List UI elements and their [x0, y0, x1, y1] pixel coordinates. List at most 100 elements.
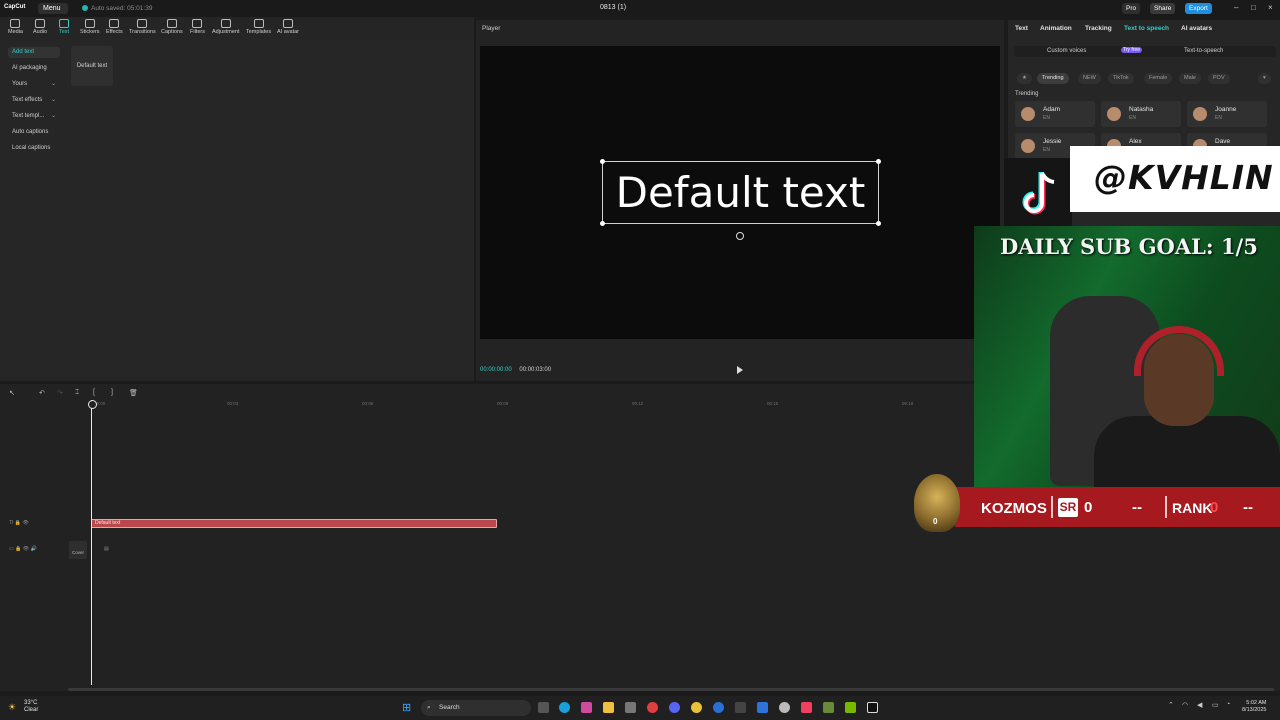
favorite-icon[interactable]: ★: [1017, 73, 1032, 84]
copilot-icon[interactable]: [581, 702, 592, 713]
close-icon[interactable]: ×: [1268, 3, 1273, 12]
dropdown-icon[interactable]: ▾: [1258, 73, 1271, 84]
tab-animation[interactable]: Animation: [1040, 25, 1072, 32]
tab-tracking[interactable]: Tracking: [1085, 25, 1112, 32]
tool-templates[interactable]: Templates: [246, 19, 271, 35]
subtab-text-to-speech[interactable]: Text-to-speech: [1184, 48, 1223, 54]
redo-icon[interactable]: ↷: [57, 389, 63, 397]
text-selection-box[interactable]: Default text: [600, 159, 881, 226]
rank-badge-icon: 0: [914, 474, 960, 532]
select-tool-icon[interactable]: ↖: [9, 389, 15, 397]
total-time: 00:00:03:00: [519, 367, 552, 373]
battery-icon[interactable]: ▭: [1212, 701, 1219, 709]
rotate-icon[interactable]: [736, 232, 744, 240]
category-yours[interactable]: Yours ⌄: [8, 79, 60, 90]
timeline-scrollbar[interactable]: [68, 688, 1274, 691]
play-icon[interactable]: [737, 366, 743, 374]
tool-text[interactable]: Text: [59, 19, 69, 35]
resize-handle[interactable]: [600, 159, 605, 164]
templates-icon: [253, 19, 264, 28]
text-icon: [59, 19, 70, 28]
undo-icon[interactable]: ↶: [39, 389, 45, 397]
subtab-custom-voices[interactable]: Custom voices: [1047, 48, 1086, 54]
filter-pov[interactable]: POV: [1208, 73, 1230, 84]
filter-female[interactable]: Female: [1144, 73, 1173, 84]
capcut-logo: CapCut: [4, 4, 26, 10]
tool-label: Filters: [190, 29, 205, 35]
app-icon[interactable]: [647, 702, 658, 713]
category-auto-captions[interactable]: Auto captions: [8, 127, 60, 138]
maximize-icon[interactable]: □: [1251, 3, 1256, 12]
tool-media[interactable]: Media: [8, 19, 23, 35]
tool-ai-avatar[interactable]: AI avatar: [277, 19, 299, 35]
default-text-tile[interactable]: Default text: [71, 46, 113, 86]
notification-icon[interactable]: ◔: [1226, 701, 1230, 708]
discord-icon[interactable]: [669, 702, 680, 713]
chevron-down-icon: ⌄: [50, 97, 56, 103]
nvidia-icon[interactable]: [845, 702, 856, 713]
category-ai-packaging[interactable]: AI packaging: [8, 63, 60, 74]
filter-trending[interactable]: Trending: [1037, 73, 1069, 84]
app-icon[interactable]: [757, 702, 768, 713]
task-view-icon[interactable]: [538, 702, 549, 713]
delete-icon[interactable]: 🗑: [129, 389, 138, 397]
track-controls[interactable]: TI 🔒 👁: [9, 520, 29, 526]
split-icon[interactable]: ⌶: [75, 389, 79, 397]
weather-widget[interactable]: 33°C Clear: [24, 700, 38, 714]
split-left-icon[interactable]: [: [93, 389, 95, 396]
app-icon[interactable]: [713, 702, 724, 713]
voice-card[interactable]: Adam EN: [1015, 101, 1095, 127]
tool-stickers[interactable]: Stickers: [80, 19, 100, 35]
adjustment-icon: [220, 19, 231, 28]
clock[interactable]: 5:02 AM 8/13/2025: [1242, 700, 1266, 714]
tool-captions[interactable]: Captions: [161, 19, 183, 35]
ai-avatar-icon: [283, 19, 293, 28]
minimize-icon[interactable]: –: [1234, 3, 1238, 12]
share-button[interactable]: Share: [1150, 3, 1176, 14]
tool-adjustment[interactable]: Adjustment: [212, 19, 240, 35]
voice-card[interactable]: Natasha EN: [1101, 101, 1181, 127]
tab-text-to-speech[interactable]: Text to speech: [1124, 25, 1169, 32]
tool-filters[interactable]: Filters: [190, 19, 205, 35]
app-icon[interactable]: [779, 702, 790, 713]
app-icon[interactable]: [823, 702, 834, 713]
windows-start-icon[interactable]: ⊞: [402, 701, 411, 714]
store-icon[interactable]: [625, 702, 636, 713]
tray-chevron-icon[interactable]: ⌃: [1168, 701, 1174, 709]
wifi-icon[interactable]: ◠: [1182, 701, 1188, 709]
filter-tiktok[interactable]: TikTok: [1108, 73, 1134, 84]
voice-card[interactable]: Joanne EN: [1187, 101, 1267, 127]
cover-button[interactable]: Cover: [69, 541, 87, 559]
chrome-icon[interactable]: [691, 702, 702, 713]
tab-ai-avatars[interactable]: AI avatars: [1181, 25, 1212, 32]
tool-transitions[interactable]: Transitions: [129, 19, 156, 35]
capcut-icon[interactable]: [867, 702, 878, 713]
volume-icon[interactable]: ◀: [1197, 701, 1202, 709]
export-button[interactable]: Export: [1185, 3, 1212, 14]
menu-button[interactable]: Menu: [38, 3, 68, 14]
tool-effects[interactable]: Effects: [106, 19, 123, 35]
tab-text[interactable]: Text: [1015, 25, 1028, 32]
split-right-icon[interactable]: ]: [111, 389, 113, 396]
category-local-captions[interactable]: Local captions: [8, 143, 60, 154]
resize-handle[interactable]: [876, 159, 881, 164]
category-text-effects[interactable]: Text effects ⌄: [8, 95, 60, 106]
filter-new[interactable]: NEW: [1078, 73, 1101, 84]
category-add-text[interactable]: Add text: [8, 47, 60, 58]
preview-canvas[interactable]: Default text: [480, 46, 1000, 339]
filter-male[interactable]: Male: [1179, 73, 1201, 84]
weather-icon: ☀: [8, 702, 17, 712]
app-icon[interactable]: [735, 702, 746, 713]
tool-audio[interactable]: Audio: [33, 19, 47, 35]
track-controls[interactable]: ▭ 🔒 👁 🔊: [9, 546, 37, 552]
edge-icon[interactable]: [559, 702, 570, 713]
taskbar-search[interactable]: ⌕ Search: [421, 700, 531, 716]
file-explorer-icon[interactable]: [603, 702, 614, 713]
resize-handle[interactable]: [876, 221, 881, 226]
category-text-templates[interactable]: Text templ... ⌄: [8, 111, 60, 122]
music-icon[interactable]: [801, 702, 812, 713]
pro-button[interactable]: Pro: [1122, 3, 1141, 14]
resize-handle[interactable]: [600, 221, 605, 226]
text-clip[interactable]: Default text: [91, 519, 497, 528]
playhead[interactable]: [88, 400, 97, 685]
